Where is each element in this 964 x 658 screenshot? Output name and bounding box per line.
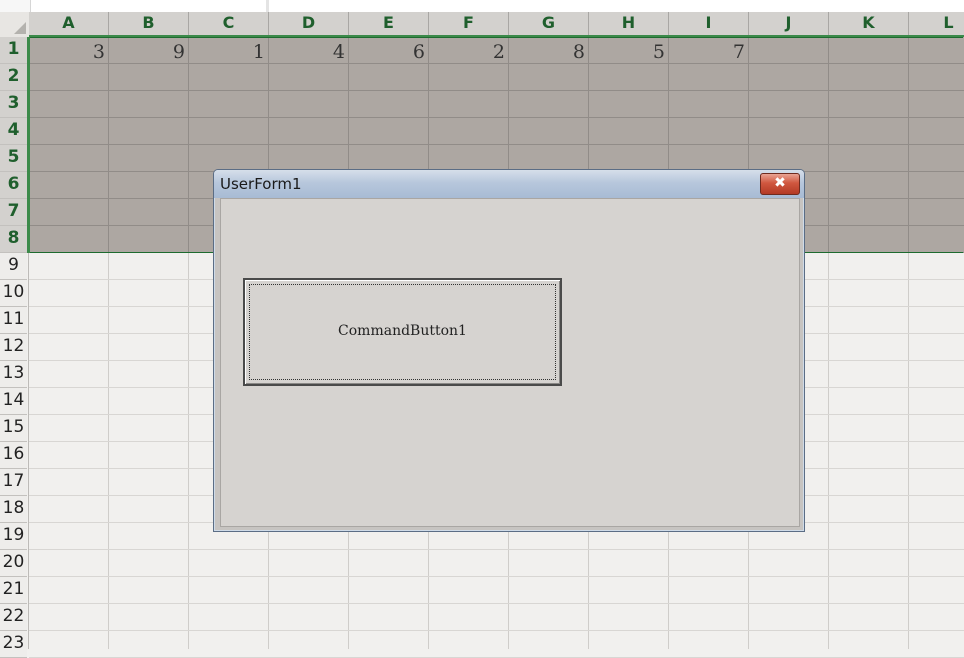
- row-header-22[interactable]: 22: [0, 604, 27, 631]
- column-header-a[interactable]: A: [29, 12, 109, 37]
- row-header-17[interactable]: 17: [0, 469, 27, 496]
- column-header-f[interactable]: F: [429, 12, 509, 37]
- row-header-5[interactable]: 5: [0, 145, 27, 172]
- row-header-7[interactable]: 7: [0, 199, 27, 226]
- column-header-j[interactable]: J: [749, 12, 829, 37]
- command-button[interactable]: CommandButton1: [243, 278, 562, 386]
- row-header-13[interactable]: 13: [0, 361, 27, 388]
- column-header-i[interactable]: I: [669, 12, 749, 37]
- row-header-18[interactable]: 18: [0, 496, 27, 523]
- row-header-14[interactable]: 14: [0, 388, 27, 415]
- select-all-triangle-icon: [14, 22, 26, 34]
- row-header-divider: [28, 253, 29, 649]
- row-header-21[interactable]: 21: [0, 577, 27, 604]
- close-icon: ✖: [774, 175, 786, 191]
- row-header-16[interactable]: 16: [0, 442, 27, 469]
- row-header-15[interactable]: 15: [0, 415, 27, 442]
- column-header-g[interactable]: G: [509, 12, 589, 37]
- grid-row-line: [29, 630, 964, 631]
- formula-bar-divider: [266, 0, 269, 12]
- row-header-9[interactable]: 9: [0, 253, 27, 280]
- row-header-2[interactable]: 2: [0, 64, 27, 91]
- column-header-e[interactable]: E: [349, 12, 429, 37]
- row-header-4[interactable]: 4: [0, 118, 27, 145]
- row-header-19[interactable]: 19: [0, 523, 27, 550]
- row-header-6[interactable]: 6: [0, 172, 27, 199]
- row-header-selection-bar: [27, 37, 30, 253]
- row-header-12[interactable]: 12: [0, 334, 27, 361]
- column-header-d[interactable]: D: [269, 12, 349, 37]
- select-all-button[interactable]: [0, 12, 30, 38]
- row-header-11[interactable]: 11: [0, 307, 27, 334]
- dialog-titlebar[interactable]: UserForm1 ✖: [214, 170, 804, 198]
- row-header-3[interactable]: 3: [0, 91, 27, 118]
- grid-row-line: [29, 576, 964, 577]
- dialog-title: UserForm1: [220, 175, 302, 193]
- column-header-c[interactable]: C: [189, 12, 269, 37]
- name-box-edge: [0, 0, 31, 12]
- close-button[interactable]: ✖: [760, 173, 800, 195]
- grid-row-line: [29, 603, 964, 604]
- row-header-1[interactable]: 1: [0, 37, 27, 64]
- column-header-l[interactable]: L: [909, 12, 964, 37]
- column-header-k[interactable]: K: [829, 12, 909, 37]
- grid-row-line: [29, 549, 964, 550]
- column-header-b[interactable]: B: [109, 12, 189, 37]
- row-header-20[interactable]: 20: [0, 550, 27, 577]
- userform-dialog[interactable]: UserForm1 ✖ CommandButton1: [213, 169, 805, 532]
- ribbon-edge: [0, 0, 964, 12]
- column-header-h[interactable]: H: [589, 12, 669, 37]
- row-header-10[interactable]: 10: [0, 280, 27, 307]
- row-header-8[interactable]: 8: [0, 226, 27, 253]
- command-button-label: CommandButton1: [338, 323, 467, 339]
- row-header-23[interactable]: 23: [0, 631, 27, 658]
- dialog-client-area: CommandButton1: [220, 198, 800, 527]
